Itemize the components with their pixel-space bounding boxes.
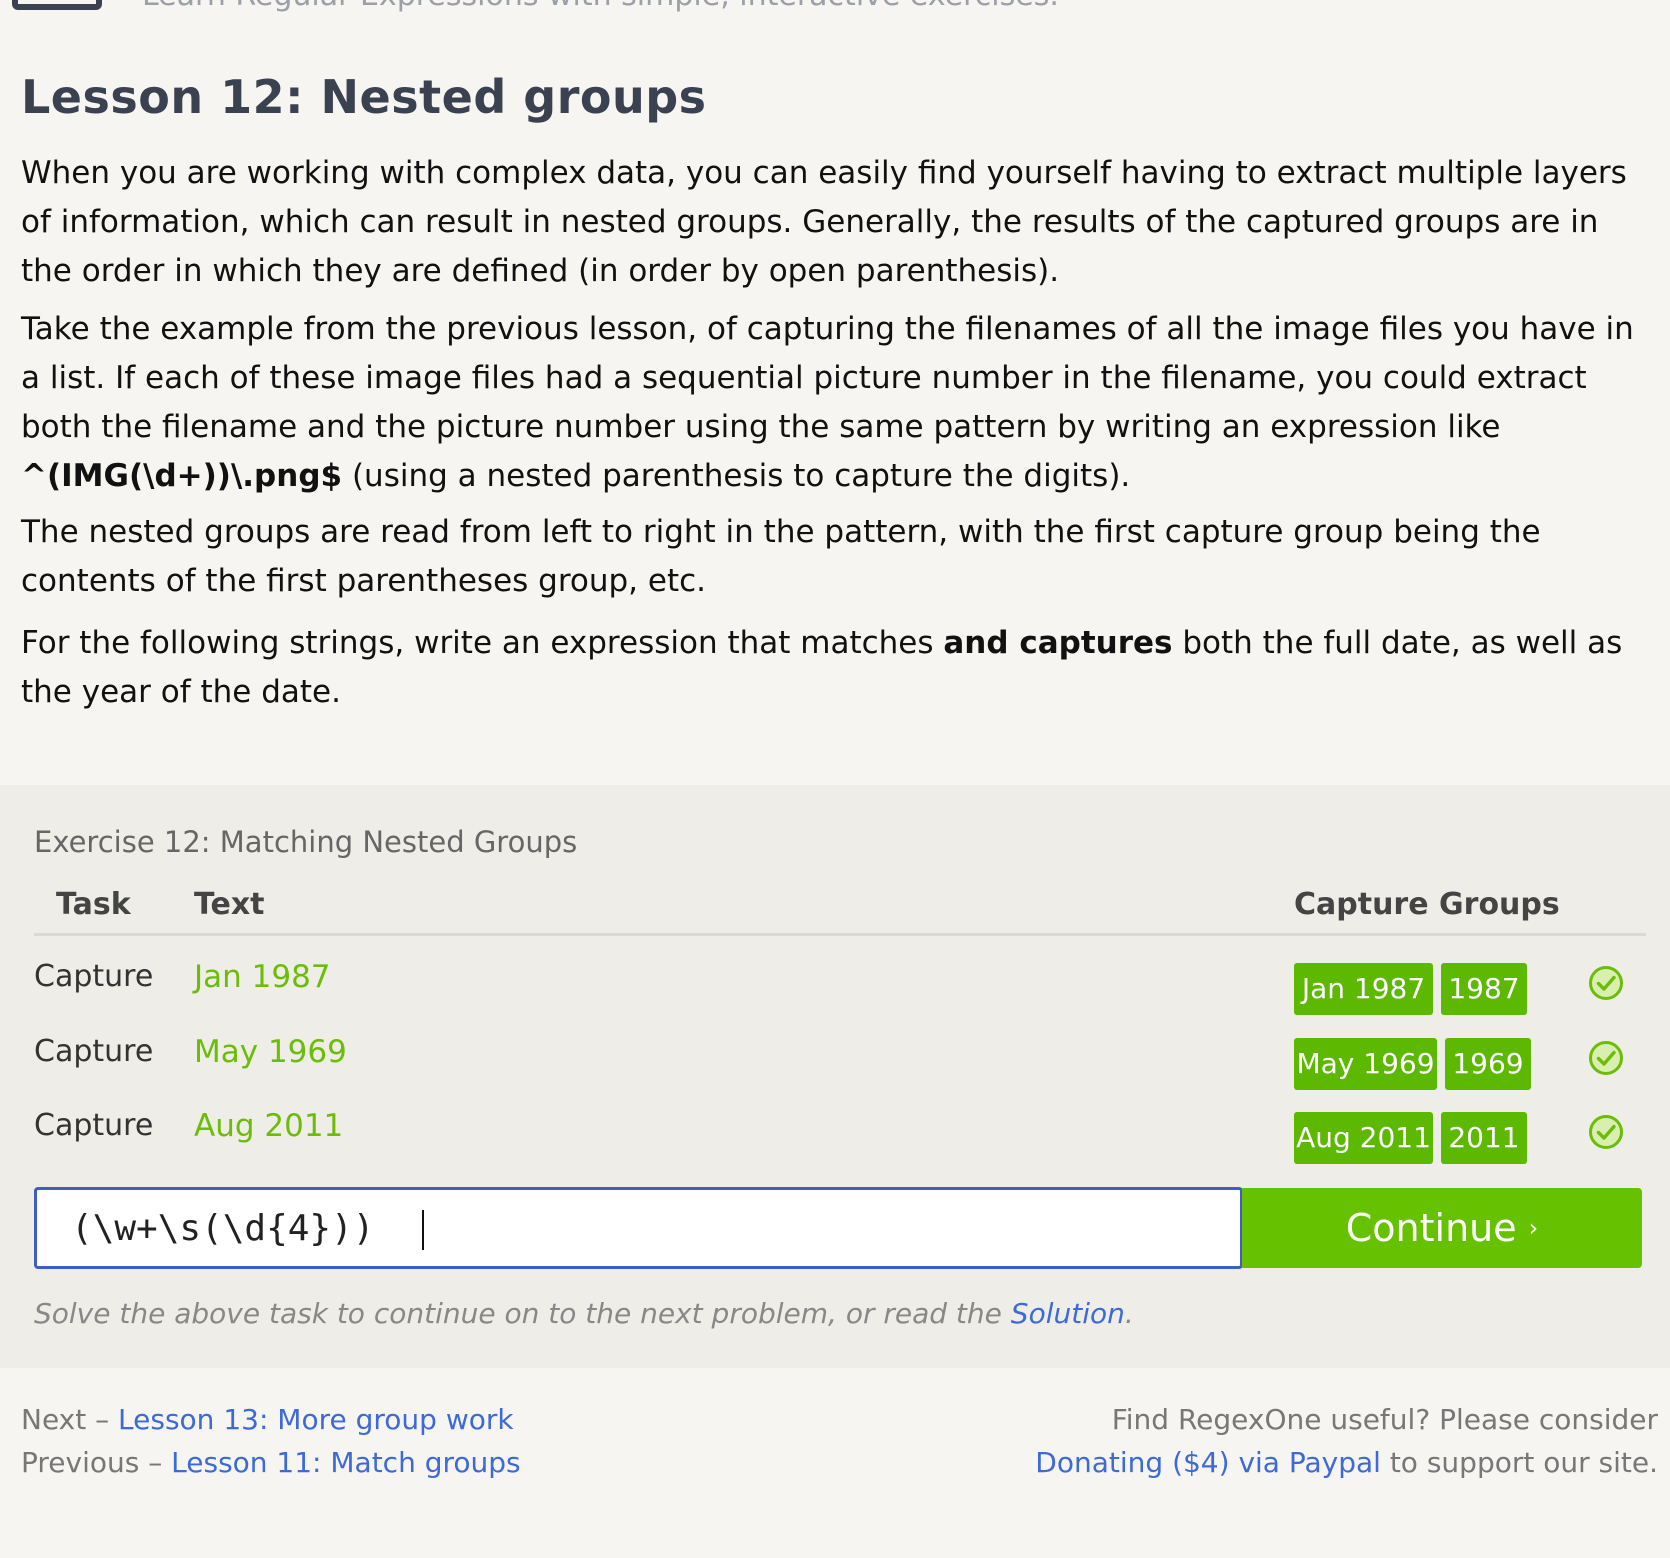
site-header: Learn Regular Expressions with simple, i…	[0, 0, 1670, 30]
capture-group-badge: 2011	[1441, 1112, 1527, 1164]
capture-group-badge: Aug 2011	[1294, 1112, 1433, 1164]
lesson-content: Lesson 12: Nested groups When you are wo…	[21, 70, 1641, 710]
next-prefix: Next –	[21, 1403, 119, 1436]
column-header-task: Task	[56, 887, 131, 922]
exercise-title: Exercise 12: Matching Nested Groups	[34, 825, 578, 859]
lesson-paragraph-1: When you are working with complex data, …	[21, 155, 1627, 289]
capture-group-badge: May 1969	[1294, 1038, 1437, 1090]
table-row: Capture Jan 1987 Jan 1987 1987	[0, 959, 1670, 1019]
site-tagline: Learn Regular Expressions with simple, i…	[142, 0, 1059, 13]
exercise-panel: Exercise 12: Matching Nested Groups Task…	[0, 785, 1670, 1368]
lesson-paragraph-3: The nested groups are read from left to …	[21, 514, 1541, 599]
check-icon	[1589, 1041, 1623, 1075]
p4-bold: and captures	[943, 625, 1173, 661]
previous-lesson-link[interactable]: Lesson 11: Match groups	[171, 1446, 521, 1479]
column-header-text: Text	[194, 887, 265, 922]
task-label: Capture	[34, 1108, 154, 1143]
donation-line-2: Donating ($4) via Paypal to support our …	[1035, 1441, 1658, 1484]
header-divider	[34, 933, 1646, 936]
regex-input[interactable]	[37, 1190, 1240, 1266]
lesson-paragraph-2: Take the example from the previous lesso…	[21, 305, 1656, 501]
match-text: Jan 1987	[194, 959, 331, 995]
capture-group-badge: 1987	[1441, 963, 1527, 1015]
exercise-hint: Solve the above task to continue on to t…	[34, 1297, 1134, 1330]
hint-text: Solve the above task to continue on to t…	[34, 1297, 1011, 1330]
match-text: Aug 2011	[194, 1108, 344, 1144]
text-cursor	[422, 1210, 424, 1250]
next-lesson-line: Next – Lesson 13: More group work	[21, 1398, 521, 1441]
lesson-paragraph-4: For the following strings, write an expr…	[21, 619, 1656, 717]
next-lesson-link[interactable]: Lesson 13: More group work	[118, 1403, 514, 1436]
continue-button[interactable]: Continue ›	[1242, 1188, 1642, 1268]
hint-period: .	[1124, 1297, 1134, 1330]
lesson-navigation: Next – Lesson 13: More group work Previo…	[21, 1398, 521, 1484]
donation-suffix: to support our site.	[1380, 1446, 1658, 1479]
chevron-right-icon: ›	[1528, 1214, 1539, 1242]
donation-line-1: Find RegexOne useful? Please consider	[1111, 1403, 1658, 1436]
regex-input-container	[34, 1187, 1243, 1269]
continue-label: Continue	[1345, 1206, 1517, 1250]
task-label: Capture	[34, 1034, 154, 1069]
p4-text-before: For the following strings, write an expr…	[21, 625, 944, 661]
p2-text-after: (using a nested parenthesis to capture t…	[342, 458, 1131, 494]
previous-lesson-line: Previous – Lesson 11: Match groups	[21, 1441, 521, 1484]
table-row: Capture Aug 2011 Aug 2011 2011	[0, 1108, 1670, 1168]
task-label: Capture	[34, 959, 154, 994]
p2-code-example: ^(IMG(\d+))\.png$	[21, 458, 343, 494]
p2-text-before: Take the example from the previous lesso…	[21, 311, 1634, 445]
previous-prefix: Previous –	[21, 1446, 172, 1479]
capture-group-badge: Jan 1987	[1294, 963, 1433, 1015]
check-icon	[1589, 966, 1623, 1000]
lesson-title: Lesson 12: Nested groups	[21, 70, 707, 124]
donate-link[interactable]: Donating ($4) via Paypal	[1035, 1446, 1381, 1479]
check-icon	[1589, 1115, 1623, 1149]
capture-group-badge: 1969	[1445, 1038, 1531, 1090]
donation-note: Find RegexOne useful? Please consider Do…	[1035, 1398, 1658, 1484]
logo-icon[interactable]	[12, 0, 102, 10]
table-row: Capture May 1969 May 1969 1969	[0, 1034, 1670, 1094]
solution-link[interactable]: Solution	[1011, 1297, 1125, 1330]
column-header-capture-groups: Capture Groups	[1294, 887, 1560, 922]
match-text: May 1969	[194, 1034, 347, 1070]
